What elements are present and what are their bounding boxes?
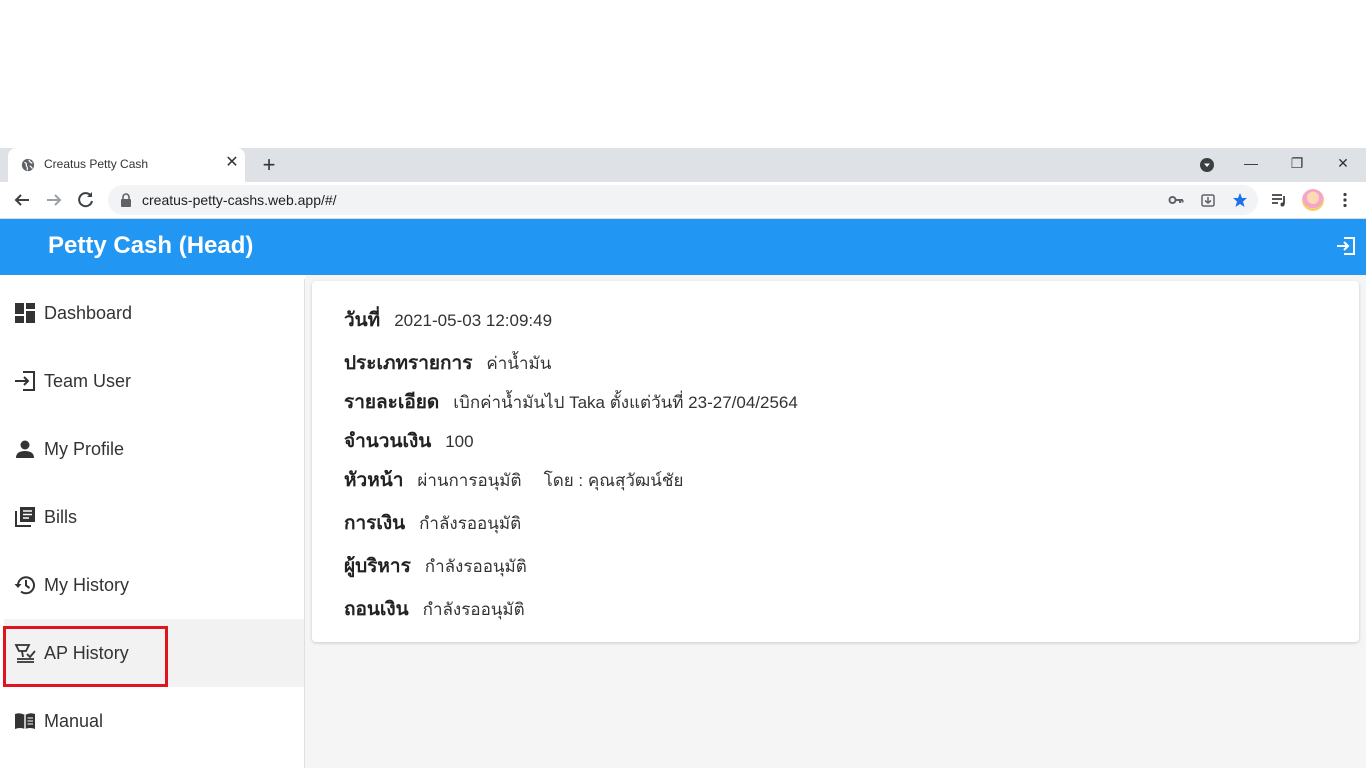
sidebar-item-ap-history[interactable]: AP History — [4, 619, 304, 687]
approval-icon — [14, 644, 36, 663]
library-books-icon — [15, 507, 35, 527]
executive-row: ผู้บริหาร กำลังรออนุมัติ — [344, 551, 527, 581]
dashboard-icon — [15, 303, 35, 323]
description-row: รายละเอียด เบิกค่าน้ำมันไป Taka ตั้งแต่วั… — [344, 387, 798, 417]
withdraw-status: กำลังรออนุมัติ — [422, 600, 525, 619]
executive-label: ผู้บริหาร — [344, 556, 411, 577]
sidebar-item-label: Dashboard — [44, 303, 133, 323]
history-icon — [14, 576, 35, 595]
app-title: Petty Cash (Head) — [48, 232, 254, 259]
sidebar-item-label: My Profile — [44, 439, 125, 459]
amount-label: จำนวนเงิน — [344, 431, 432, 452]
blank-area — [0, 0, 1366, 148]
withdraw-label: ถอนเงิน — [344, 599, 409, 620]
executive-status: กำลังรออนุมัติ — [424, 557, 527, 576]
sidebar-item-my-profile[interactable]: My Profile — [4, 415, 304, 483]
approved-by: โดย : คุณสุวัฒน์ชัย — [543, 471, 684, 490]
finance-label: การเงิน — [344, 513, 406, 534]
sidebar-item-label: Team User — [44, 371, 132, 391]
media-playlist-icon[interactable] — [1270, 191, 1288, 209]
forward-icon[interactable] — [44, 190, 64, 210]
profile-avatar[interactable] — [1302, 189, 1324, 211]
reload-icon[interactable] — [76, 190, 96, 210]
date-value: 2021-05-03 12:09:49 — [394, 311, 553, 330]
sidebar-item-label: AP History — [44, 643, 129, 663]
person-icon — [16, 440, 34, 458]
type-label: ประเภทรายการ — [344, 353, 473, 374]
login-icon — [15, 371, 35, 391]
menu-book-icon — [15, 713, 35, 729]
type-row: ประเภทรายการ ค่าน้ำมัน — [344, 348, 551, 378]
amount-row: จำนวนเงิน 100 — [344, 426, 474, 456]
close-tab-icon[interactable]: ✕ — [224, 155, 240, 171]
head-status: ผ่านการอนุมัติ — [417, 471, 522, 490]
key-icon[interactable] — [1168, 192, 1184, 208]
browser-toolbar: creatus-petty-cashs.web.app/#/ — [0, 182, 1366, 219]
browser-tab[interactable]: Creatus Petty Cash ✕ — [8, 148, 245, 182]
back-icon[interactable] — [12, 190, 32, 210]
globe-icon — [21, 158, 35, 172]
sidebar-item-label: Bills — [44, 507, 78, 527]
tab-title: Creatus Petty Cash — [44, 157, 149, 171]
description-label: รายละเอียด — [344, 392, 440, 413]
more-menu-icon[interactable] — [1336, 191, 1354, 209]
sidebar-item-manual[interactable]: Manual — [4, 687, 304, 755]
head-label: หัวหน้า — [344, 470, 404, 491]
browser-tab-strip: Creatus Petty Cash ✕ + — ❐ ✕ — [0, 148, 1366, 182]
withdraw-row: ถอนเงิน กำลังรออนุมัติ — [344, 594, 525, 624]
restore-icon[interactable]: ❐ — [1285, 154, 1309, 172]
finance-status: กำลังรออนุมัติ — [419, 514, 522, 533]
sidebar-item-bills[interactable]: Bills — [4, 483, 304, 551]
url-text: creatus-petty-cashs.web.app/#/ — [142, 192, 337, 208]
amount-value: 100 — [445, 432, 474, 451]
address-bar[interactable]: creatus-petty-cashs.web.app/#/ — [108, 185, 1258, 215]
date-row: วันที่ 2021-05-03 12:09:49 — [344, 305, 552, 335]
logout-icon[interactable] — [1335, 235, 1357, 257]
date-label: วันที่ — [344, 310, 381, 331]
sidebar-item-my-history[interactable]: My History — [4, 551, 304, 619]
new-tab-icon[interactable]: + — [258, 154, 280, 176]
sidebar-item-dashboard[interactable]: Dashboard — [4, 279, 304, 347]
type-value: ค่าน้ำมัน — [486, 354, 552, 373]
sidebar-item-label: Manual — [44, 711, 104, 731]
detail-card: วันที่ 2021-05-03 12:09:49 ประเภทรายการ ค่… — [312, 281, 1359, 642]
minimize-icon[interactable]: — — [1239, 154, 1263, 172]
install-icon[interactable] — [1200, 192, 1216, 208]
finance-row: การเงิน กำลังรออนุมัติ — [344, 508, 521, 538]
window-close-icon[interactable]: ✕ — [1331, 154, 1355, 172]
bookmark-star-icon[interactable] — [1232, 192, 1248, 208]
sidebar-item-team-user[interactable]: Team User — [4, 347, 304, 415]
description-value: เบิกค่าน้ำมันไป Taka ตั้งแต่วันที่ 23-27… — [453, 393, 798, 412]
app-bar: Petty Cash (Head) — [0, 219, 1366, 275]
lock-icon — [121, 193, 131, 207]
tab-search-icon[interactable] — [1199, 157, 1215, 173]
head-approval-row: หัวหน้า ผ่านการอนุมัติ โดย : คุณสุวัฒน์ชัย — [344, 465, 683, 495]
sidebar: Dashboard Team User My Profile Bills My … — [4, 279, 305, 768]
sidebar-item-label: My History — [44, 575, 129, 595]
